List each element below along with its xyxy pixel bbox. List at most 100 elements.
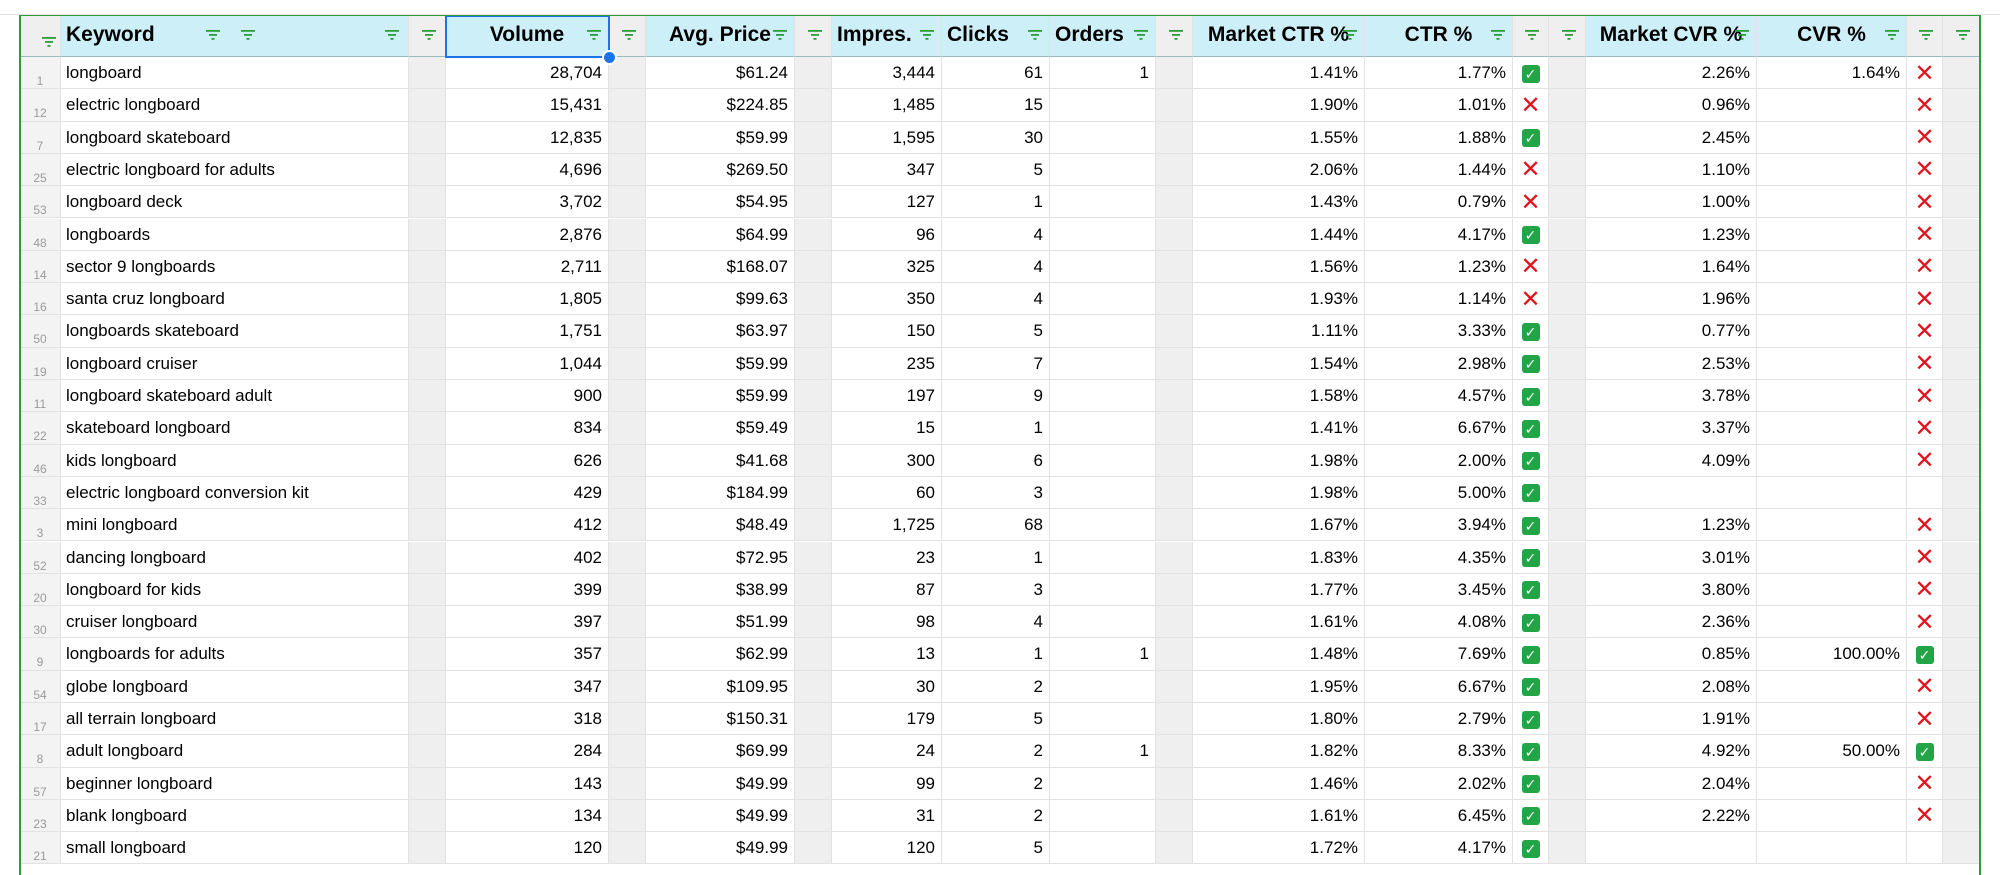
column-header-cvr[interactable]: CVR %	[1757, 15, 1907, 57]
cell-orders[interactable]	[1050, 606, 1156, 639]
status-cell[interactable]: ✕	[1907, 606, 1943, 639]
empty-cell[interactable]	[795, 541, 832, 574]
empty-cell[interactable]	[1943, 670, 1980, 703]
cell-ctr[interactable]: 3.45%	[1365, 573, 1513, 607]
cell-cvr[interactable]: 100.00%	[1757, 638, 1907, 671]
filter-icon[interactable]	[42, 37, 56, 47]
cell-market_cvr[interactable]: 1.10%	[1586, 153, 1757, 187]
cell-keyword[interactable]: skateboard longboard	[61, 412, 409, 445]
cell-orders[interactable]	[1050, 283, 1156, 316]
column-header-market_cvr[interactable]: Market CVR %	[1586, 15, 1757, 57]
status-cell[interactable]: ✓	[1513, 444, 1549, 477]
empty-cell[interactable]	[1549, 412, 1586, 445]
empty-cell[interactable]	[1156, 57, 1193, 90]
empty-cell[interactable]	[1156, 767, 1193, 800]
row-number[interactable]: 11	[20, 380, 61, 413]
cell-clicks[interactable]: 4	[942, 606, 1050, 639]
cell-market_cvr[interactable]: 2.36%	[1586, 606, 1757, 639]
cell-market_cvr[interactable]: 2.26%	[1586, 57, 1757, 90]
status-cell[interactable]: ✕	[1513, 283, 1549, 316]
cell-market_ctr[interactable]: 1.54%	[1193, 347, 1365, 380]
empty-cell[interactable]	[1549, 283, 1586, 316]
empty-cell[interactable]	[1549, 670, 1586, 703]
row-number[interactable]: 50	[20, 315, 61, 348]
empty-cell[interactable]	[609, 186, 646, 219]
cell-impressions[interactable]: 1,725	[832, 509, 942, 542]
cell-volume[interactable]: 399	[446, 573, 609, 607]
cell-market_ctr[interactable]: 1.61%	[1193, 799, 1365, 833]
row-number[interactable]: 7	[20, 121, 61, 154]
empty-cell[interactable]	[1549, 186, 1586, 219]
cell-ctr[interactable]: 4.17%	[1365, 832, 1513, 865]
cell-market_ctr[interactable]: 1.44%	[1193, 218, 1365, 251]
cell-keyword[interactable]: longboard deck	[61, 186, 409, 219]
empty-cell[interactable]	[609, 703, 646, 736]
cell-cvr[interactable]	[1757, 186, 1907, 219]
empty-cell[interactable]	[409, 541, 446, 574]
cell-orders[interactable]	[1050, 89, 1156, 122]
row-number[interactable]: 46	[20, 444, 61, 477]
empty-cell[interactable]	[409, 638, 446, 671]
cell-volume[interactable]: 397	[446, 606, 609, 639]
cell-market_cvr[interactable]: 3.37%	[1586, 412, 1757, 445]
filter-icon[interactable]	[920, 30, 934, 40]
cell-impressions[interactable]: 120	[832, 832, 942, 865]
cell-keyword[interactable]: longboards for adults	[61, 638, 409, 671]
cell-ctr[interactable]: 4.08%	[1365, 606, 1513, 639]
column-header-price[interactable]: Avg. Price	[646, 15, 795, 57]
cell-market_ctr[interactable]: 1.46%	[1193, 767, 1365, 800]
cell-market_ctr[interactable]: 1.58%	[1193, 380, 1365, 413]
status-cell[interactable]: ✕	[1907, 347, 1943, 380]
status-cell[interactable]: ✕	[1513, 153, 1549, 187]
cell-ctr[interactable]: 1.88%	[1365, 121, 1513, 154]
status-cell[interactable]: ✓	[1513, 121, 1549, 154]
cell-volume[interactable]: 134	[446, 799, 609, 833]
empty-cell[interactable]	[609, 638, 646, 671]
cell-keyword[interactable]: longboard skateboard	[61, 121, 409, 154]
column-header-volume[interactable]: Volume	[446, 15, 609, 57]
cell-impressions[interactable]: 98	[832, 606, 942, 639]
cell-impressions[interactable]: 350	[832, 283, 942, 316]
row-number[interactable]: 33	[20, 476, 61, 510]
cell-clicks[interactable]: 4	[942, 218, 1050, 251]
status-cell[interactable]: ✕	[1907, 573, 1943, 607]
empty-cell[interactable]	[609, 250, 646, 284]
cell-clicks[interactable]: 5	[942, 832, 1050, 865]
empty-cell[interactable]	[795, 444, 832, 477]
cell-price[interactable]: $168.07	[646, 250, 795, 284]
cell-impressions[interactable]: 30	[832, 670, 942, 703]
status-cell[interactable]: ✕	[1907, 186, 1943, 219]
row-number[interactable]: 48	[20, 218, 61, 251]
empty-cell[interactable]	[609, 444, 646, 477]
cell-ctr[interactable]: 6.67%	[1365, 670, 1513, 703]
cell-cvr[interactable]	[1757, 89, 1907, 122]
empty-cell[interactable]	[609, 218, 646, 251]
cell-price[interactable]: $49.99	[646, 832, 795, 865]
status-cell[interactable]	[1907, 476, 1943, 510]
row-number[interactable]: 22	[20, 412, 61, 445]
cell-orders[interactable]	[1050, 315, 1156, 348]
cell-orders[interactable]	[1050, 541, 1156, 574]
cell-clicks[interactable]: 61	[942, 57, 1050, 90]
cell-volume[interactable]: 12,835	[446, 121, 609, 154]
empty-cell[interactable]	[1156, 444, 1193, 477]
empty-cell[interactable]	[409, 186, 446, 219]
cell-market_cvr[interactable]: 1.91%	[1586, 703, 1757, 736]
cell-market_ctr[interactable]: 1.48%	[1193, 638, 1365, 671]
status-cell[interactable]: ✕	[1907, 121, 1943, 154]
cell-clicks[interactable]: 6	[942, 444, 1050, 477]
filter-icon[interactable]	[1919, 30, 1933, 40]
status-cell[interactable]: ✓	[1513, 767, 1549, 800]
cell-price[interactable]: $59.99	[646, 121, 795, 154]
cell-ctr[interactable]: 1.44%	[1365, 153, 1513, 187]
row-number[interactable]: 54	[20, 670, 61, 703]
cell-volume[interactable]: 4,696	[446, 153, 609, 187]
cell-impressions[interactable]: 87	[832, 573, 942, 607]
empty-cell[interactable]	[1156, 315, 1193, 348]
column-header-orders[interactable]: Orders	[1050, 15, 1156, 57]
empty-cell[interactable]	[795, 606, 832, 639]
empty-cell[interactable]	[609, 476, 646, 510]
status-cell[interactable]: ✕	[1907, 670, 1943, 703]
cell-impressions[interactable]: 197	[832, 380, 942, 413]
empty-cell[interactable]	[609, 121, 646, 154]
